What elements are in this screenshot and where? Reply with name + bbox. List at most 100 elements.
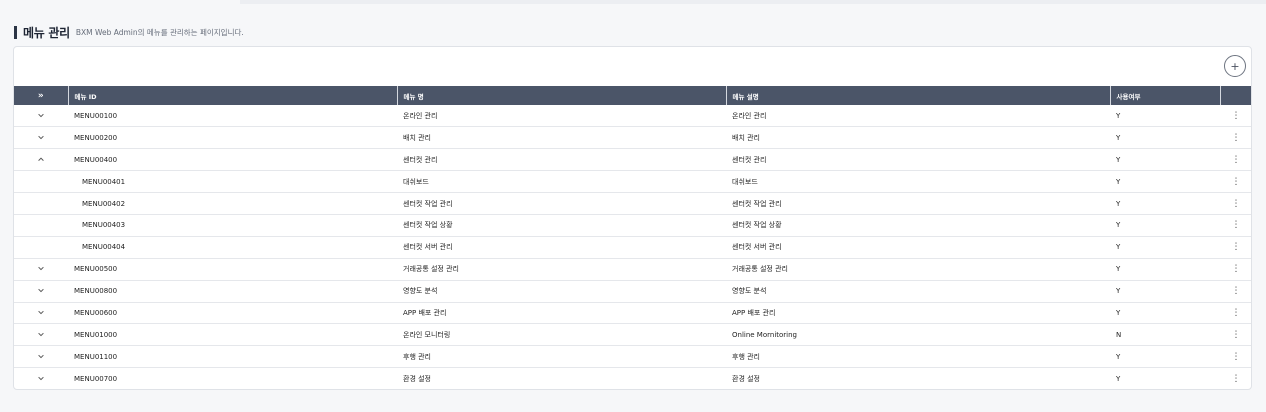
menu-name-cell: 센터컷 관리 xyxy=(403,155,438,164)
row-more-button[interactable]: ⋮ xyxy=(1220,324,1251,346)
expand-row-button[interactable] xyxy=(14,105,68,127)
menu-name-cell: 후행 관리 xyxy=(403,352,431,361)
menu-name-cell: 거래공통 설정 관리 xyxy=(403,265,459,274)
chevron-up-icon xyxy=(38,157,44,161)
page-title: 메뉴 관리 xyxy=(23,25,70,40)
menu-desc-cell: 센터컷 서버 관리 xyxy=(732,243,782,252)
menu-id-cell: MENU00700 xyxy=(74,374,118,383)
menu-desc-cell: 센터컷 작업 관리 xyxy=(732,199,782,208)
table-row[interactable]: MENU00600 APP 배포 관리 APP 배포 관리 Y ⋮ xyxy=(14,302,1251,324)
menu-id-cell: MENU00400 xyxy=(74,155,118,164)
column-header-menu-desc: 메뉴 설명 xyxy=(726,86,1111,105)
chevron-down-icon xyxy=(38,376,44,381)
menu-id-cell: MENU00403 xyxy=(82,221,126,230)
add-menu-button[interactable]: + xyxy=(1224,55,1246,77)
menu-name-cell: 배치 관리 xyxy=(403,133,431,142)
expand-row-button[interactable] xyxy=(14,368,68,389)
menu-id-cell: MENU00404 xyxy=(82,243,126,252)
vertical-ellipsis-icon: ⋮ xyxy=(1231,351,1241,362)
menu-desc-cell: Online Mornitoring xyxy=(732,330,797,339)
use-yn-cell: Y xyxy=(1116,199,1121,208)
expand-row-button[interactable] xyxy=(14,127,68,149)
row-more-button[interactable]: ⋮ xyxy=(1220,171,1251,193)
menu-id-cell: MENU00100 xyxy=(74,111,118,120)
row-more-button[interactable]: ⋮ xyxy=(1220,302,1251,324)
expand-row-button[interactable] xyxy=(14,258,68,280)
collapse-row-button[interactable] xyxy=(14,149,68,171)
menu-name-cell: 온라인 모니터링 xyxy=(403,330,451,339)
table-row[interactable]: MENU00400 센터컷 관리 센터컷 관리 Y ⋮ xyxy=(14,149,1251,171)
menu-desc-cell: 환경 설정 xyxy=(732,374,760,383)
page-description: BXM Web Admin의 메뉴를 관리하는 페이지입니다. xyxy=(75,28,244,37)
use-yn-cell: Y xyxy=(1116,111,1121,120)
menu-name-cell: 대쉬보드 xyxy=(403,177,429,186)
menu-id-cell: MENU00800 xyxy=(74,287,118,296)
table-row[interactable]: MENU00200 배치 관리 배치 관리 Y ⋮ xyxy=(14,127,1251,149)
menu-desc-cell: 센터컷 관리 xyxy=(732,155,767,164)
table-row[interactable]: MENU01000 온라인 모니터링 Online Mornitoring N ⋮ xyxy=(14,324,1251,346)
menu-id-cell: MENU00401 xyxy=(82,177,126,186)
vertical-ellipsis-icon: ⋮ xyxy=(1231,176,1241,187)
menu-id-cell: MENU00500 xyxy=(74,265,118,274)
menu-desc-cell: 영향도 분석 xyxy=(732,287,767,296)
table-row-child[interactable]: MENU00401 대쉬보드 대쉬보드 Y ⋮ xyxy=(14,171,1251,193)
menu-id-cell: MENU00600 xyxy=(74,308,118,317)
column-header-use-yn: 사용여부 xyxy=(1110,86,1221,105)
vertical-ellipsis-icon: ⋮ xyxy=(1231,154,1241,165)
use-yn-cell: Y xyxy=(1116,265,1121,274)
expand-row-button[interactable] xyxy=(14,324,68,346)
toggle-cell-empty xyxy=(14,214,68,236)
double-chevron-right-icon: » xyxy=(37,90,44,101)
menu-name-cell: 환경 설정 xyxy=(403,374,431,383)
table-header-row: » 메뉴 ID 메뉴 명 메뉴 설명 사용여부 xyxy=(14,86,1251,105)
top-bar xyxy=(240,0,1266,4)
table-row-child[interactable]: MENU00403 센터컷 작업 상황 센터컷 작업 상황 Y ⋮ xyxy=(14,214,1251,237)
table-row[interactable]: MENU00500 거래공통 설정 관리 거래공통 설정 관리 Y ⋮ xyxy=(14,258,1251,281)
menu-id-cell: MENU01000 xyxy=(74,330,118,339)
menu-desc-cell: 배치 관리 xyxy=(732,133,760,142)
menu-name-cell: 센터컷 서버 관리 xyxy=(403,243,453,252)
row-more-button[interactable]: ⋮ xyxy=(1220,346,1251,368)
chevron-down-icon xyxy=(38,267,44,271)
table-row[interactable]: MENU00100 온라인 관리 온라인 관리 Y ⋮ xyxy=(14,105,1251,127)
expand-row-button[interactable] xyxy=(14,346,68,368)
expand-all-button[interactable]: » xyxy=(14,86,69,105)
title-accent-bar xyxy=(14,25,17,39)
menu-table: » 메뉴 ID 메뉴 명 메뉴 설명 사용여부 MENU00100 온라인 관리온… xyxy=(14,86,1251,389)
menu-desc-cell: 대쉬보드 xyxy=(732,177,758,186)
menu-name-cell: 센터컷 작업 관리 xyxy=(403,199,453,208)
column-header-actions xyxy=(1220,86,1251,105)
vertical-ellipsis-icon: ⋮ xyxy=(1231,110,1241,121)
table-row-child[interactable]: MENU00404 센터컷 서버 관리 센터컷 서버 관리 Y ⋮ xyxy=(14,236,1251,259)
row-more-button[interactable]: ⋮ xyxy=(1220,368,1251,389)
use-yn-cell: N xyxy=(1116,330,1122,339)
toggle-cell-empty xyxy=(14,193,68,215)
row-more-button[interactable]: ⋮ xyxy=(1220,280,1251,302)
row-more-button[interactable]: ⋮ xyxy=(1220,105,1251,127)
menu-name-cell: 영향도 분석 xyxy=(403,287,438,296)
column-header-menu-id: 메뉴 ID xyxy=(68,86,398,105)
row-more-button[interactable]: ⋮ xyxy=(1220,258,1251,280)
row-more-button[interactable]: ⋮ xyxy=(1220,193,1251,215)
table-row[interactable]: MENU01100 후행 관리 후행 관리 Y ⋮ xyxy=(14,346,1251,368)
table-row[interactable]: MENU00700 환경 설정 환경 설정 Y ⋮ xyxy=(14,368,1251,389)
expand-row-button[interactable] xyxy=(14,280,68,302)
use-yn-cell: Y xyxy=(1116,221,1121,230)
row-more-button[interactable]: ⋮ xyxy=(1220,236,1251,258)
menu-desc-cell: 거래공통 설정 관리 xyxy=(732,265,788,274)
vertical-ellipsis-icon: ⋮ xyxy=(1231,220,1241,231)
vertical-ellipsis-icon: ⋮ xyxy=(1231,373,1241,384)
expand-row-button[interactable] xyxy=(14,302,68,324)
vertical-ellipsis-icon: ⋮ xyxy=(1231,307,1241,318)
row-more-button[interactable]: ⋮ xyxy=(1220,149,1251,171)
table-row[interactable]: MENU00800 영향도 분석 영향도 분석 Y ⋮ xyxy=(14,280,1251,303)
chevron-down-icon xyxy=(38,332,44,337)
menu-name-cell: 센터컷 작업 상황 xyxy=(403,221,453,230)
row-more-button[interactable]: ⋮ xyxy=(1220,214,1251,236)
row-more-button[interactable]: ⋮ xyxy=(1220,127,1251,149)
chevron-down-icon xyxy=(38,135,44,140)
table-row-child[interactable]: MENU00402 센터컷 작업 관리 센터컷 작업 관리 Y ⋮ xyxy=(14,193,1251,215)
menu-desc-cell: 온라인 관리 xyxy=(732,111,767,120)
toggle-cell-empty xyxy=(14,171,68,193)
use-yn-cell: Y xyxy=(1116,243,1121,252)
